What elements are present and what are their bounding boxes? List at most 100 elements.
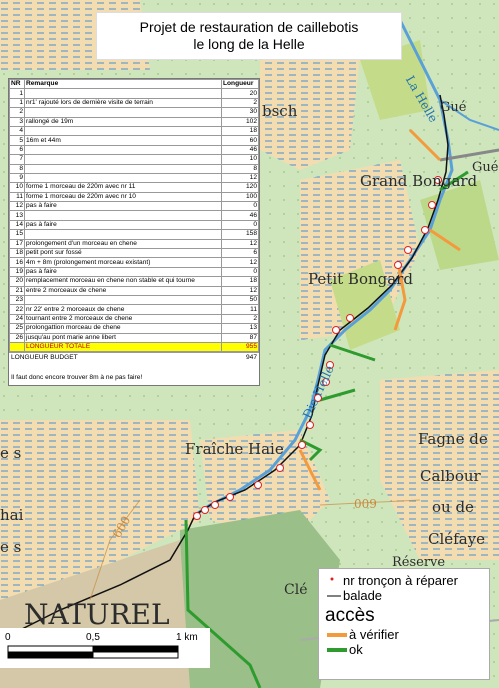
budget-label: LONGUEUR BUDGET bbox=[11, 354, 78, 362]
scale-graphic bbox=[7, 645, 179, 659]
place-gue-2: Gué bbox=[472, 160, 499, 175]
legend-repair-label: nr tronçon à réparer bbox=[343, 573, 458, 588]
cell-length: 10 bbox=[221, 154, 259, 165]
cell-length: 6 bbox=[221, 248, 259, 259]
cell-remark: pas à faire bbox=[24, 219, 222, 231]
cell-nr: 21 bbox=[9, 285, 25, 297]
cell-length: 12 bbox=[221, 172, 259, 184]
legend-check-label: à vérifier bbox=[349, 627, 399, 642]
cell-nr: 17 bbox=[9, 238, 25, 250]
cell-nr: 3 bbox=[9, 116, 25, 127]
cell-remark: pas à faire bbox=[24, 266, 222, 278]
cell-length: 0 bbox=[221, 201, 259, 212]
cell-remark bbox=[24, 88, 222, 99]
cell-length: 87 bbox=[221, 332, 259, 343]
cell-remark: prolongement d'un morceau en chene bbox=[24, 238, 222, 250]
table-row: 9 12 bbox=[9, 172, 259, 184]
table-row: 2 30 bbox=[9, 107, 259, 118]
table-row: 4 18 bbox=[9, 125, 259, 137]
legend-walk-label: balade bbox=[343, 588, 383, 603]
cell-remark: pas à faire bbox=[24, 201, 222, 212]
cell-length: 30 bbox=[221, 107, 259, 118]
cell-length: 2 bbox=[221, 97, 259, 109]
title-line-2: le long de la Helle bbox=[193, 36, 305, 52]
table-row: 26 jusqu'au pont marie anne libert 87 bbox=[9, 332, 259, 343]
cell-nr: 4 bbox=[9, 125, 25, 137]
legend-walk: balade bbox=[325, 588, 483, 603]
cell-remark bbox=[24, 210, 222, 221]
table-row: 25 prolongattion morceau de chene 13 bbox=[9, 323, 259, 334]
cell-nr: 14 bbox=[9, 219, 25, 231]
cell-nr: 12 bbox=[9, 201, 25, 212]
table-row: 6 46 bbox=[9, 144, 259, 156]
col-remark: Remarque bbox=[24, 78, 222, 90]
table-row: 16 4m + 8m (prolongement morceau existant… bbox=[9, 257, 259, 268]
scale-bar: 0 0,5 1 km bbox=[0, 628, 210, 668]
total-label: LONGUEUR TOTALE bbox=[24, 341, 222, 353]
table-row: 3 rallongé de 19m 102 bbox=[9, 116, 259, 127]
place-gue-1: Gué bbox=[440, 100, 467, 115]
place-cle: Clé bbox=[284, 582, 308, 598]
cell-remark: petit pont sur fossé bbox=[24, 248, 222, 259]
cell-nr: 8 bbox=[9, 163, 25, 174]
cell-nr: 23 bbox=[9, 294, 25, 306]
cell-length: 60 bbox=[221, 135, 259, 146]
legend-ok-label: ok bbox=[349, 642, 363, 657]
cell-nr: 1 bbox=[9, 97, 25, 109]
cell-length: 50 bbox=[221, 294, 259, 306]
cell-length: 2 bbox=[221, 313, 259, 325]
cell-nr: 2 bbox=[9, 107, 25, 118]
total-row: LONGUEUR TOTALE 955 bbox=[9, 341, 259, 353]
cell-length: 8 bbox=[221, 163, 259, 174]
table-row: 88 bbox=[9, 163, 259, 174]
cell-remark: 4m + 8m (prolongement morceau existant) bbox=[24, 257, 222, 268]
table-row: 22 nr 22' entre 2 morceaux de chene 11 bbox=[9, 304, 259, 315]
cell-nr: 20 bbox=[9, 276, 25, 287]
table-row: 21 entre 2 morceaux de chene 12 bbox=[9, 285, 259, 297]
legend-access-title: accès bbox=[325, 605, 375, 626]
table-row: 12 pas à faire 0 bbox=[9, 201, 259, 212]
cell-length: 18 bbox=[221, 276, 259, 287]
cell-remark bbox=[24, 144, 222, 156]
cell-nr: 1 bbox=[9, 88, 25, 99]
table-row: 13 46 bbox=[9, 210, 259, 221]
total-value: 955 bbox=[221, 341, 259, 353]
cell-nr: 18 bbox=[9, 248, 25, 259]
budget-section: LONGUEUR BUDGET 947 Il faut donc encore … bbox=[9, 352, 259, 385]
repair-dot-icon bbox=[330, 577, 334, 580]
col-length: Longueur bbox=[221, 78, 259, 90]
table-row: 24 tournant entre 2 morceaux de chene 2 bbox=[9, 313, 259, 325]
cell-remark: entre 2 morceaux de chene bbox=[24, 285, 222, 297]
table-row: 10 forme 1 morceau de 220m avec nr 11 120 bbox=[9, 182, 259, 193]
table-row: 14 pas à faire 0 bbox=[9, 219, 259, 231]
cell-length: 12 bbox=[221, 257, 259, 268]
place-petit-bongard: Petit Bongard bbox=[308, 270, 413, 288]
place-es-2: e s bbox=[0, 538, 22, 556]
cell-length: 120 bbox=[221, 182, 259, 193]
place-fagne: Fagne de bbox=[418, 430, 488, 448]
cell-nr: 11 bbox=[9, 191, 25, 203]
map-legend: nr tronçon à réparer balade accès à véri… bbox=[318, 568, 490, 680]
cell-remark: forme 1 morceau de 220m avec nr 11 bbox=[24, 182, 222, 193]
cell-nr: 9 bbox=[9, 172, 25, 184]
budget-value: 947 bbox=[245, 354, 257, 362]
cell-remark: jusqu'au pont marie anne libert bbox=[24, 332, 222, 343]
map-title: Projet de restauration de caillebotis le… bbox=[96, 12, 402, 60]
place-naturel: NATUREL bbox=[24, 598, 170, 631]
place-calbour: Calbour bbox=[420, 467, 481, 485]
table-row: 1 20 bbox=[9, 88, 259, 99]
cell-length: 12 bbox=[221, 285, 259, 297]
cell-remark: 16m et 44m bbox=[24, 135, 222, 146]
cell-length: 0 bbox=[221, 266, 259, 278]
cell-remark bbox=[24, 172, 222, 184]
line-green-icon bbox=[327, 647, 347, 652]
cell-remark bbox=[24, 154, 222, 165]
table-row: 23 50 bbox=[9, 294, 259, 306]
cell-length: 46 bbox=[221, 144, 259, 156]
cell-remark bbox=[24, 229, 222, 240]
table-row: 7 10 bbox=[9, 154, 259, 165]
cell-nr: 5 bbox=[9, 135, 25, 146]
title-line-1: Projet de restauration de caillebotis bbox=[139, 19, 359, 35]
cell-nr: 7 bbox=[9, 154, 25, 165]
table-row: 17 prolongement d'un morceau en chene 12 bbox=[9, 238, 259, 250]
